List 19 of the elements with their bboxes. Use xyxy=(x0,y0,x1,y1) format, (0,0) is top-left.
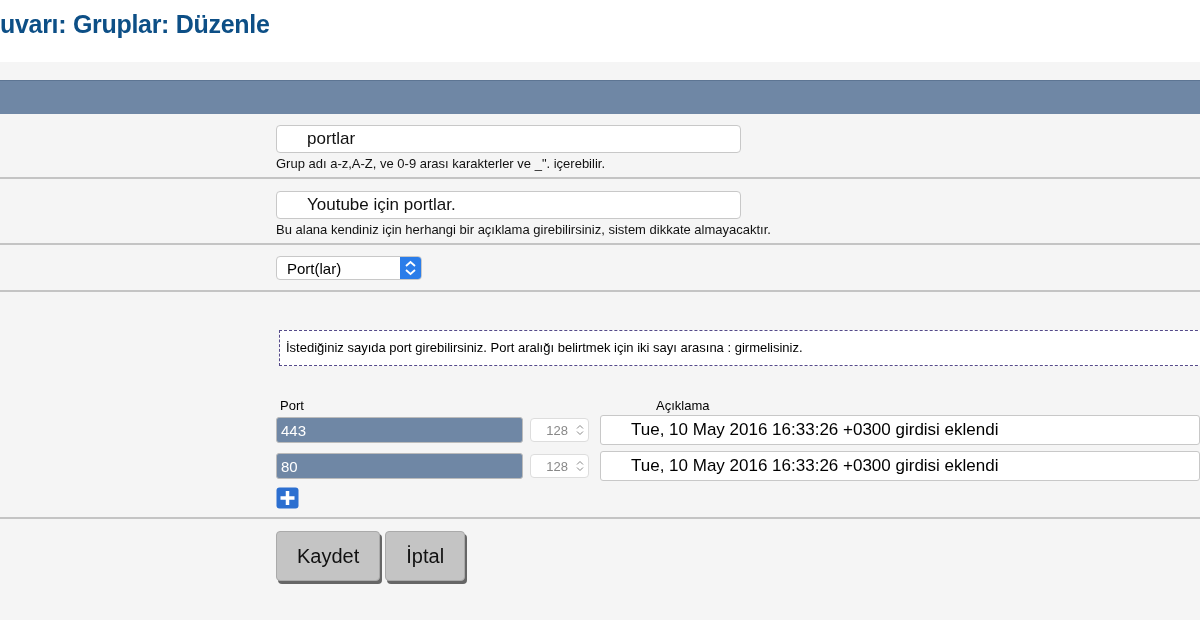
bits-spinner[interactable]: 128 xyxy=(530,418,589,442)
save-button[interactable]: Kaydet xyxy=(276,531,381,581)
port-description-field[interactable]: Tue, 10 May 2016 16:33:26 +0300 girdisi eklendi xyxy=(600,415,1200,445)
port-field[interactable]: 443 xyxy=(276,417,524,443)
add-icon[interactable] xyxy=(276,487,299,509)
chevrons-icon xyxy=(400,257,421,279)
name-field[interactable]: portlar xyxy=(276,125,741,153)
info-note: İstediğiniz sayıda port girebilirsiniz. Port aralığı belirtmek için iki sayı arasına : girmelisiniz. xyxy=(279,330,1200,366)
port-field[interactable]: 80 xyxy=(276,453,524,479)
port-description-field[interactable]: Tue, 10 May 2016 16:33:26 +0300 girdisi eklendi xyxy=(600,451,1200,481)
cancel-button[interactable]: İptal xyxy=(385,531,466,581)
bits-spinner[interactable]: 128 xyxy=(530,454,589,478)
type-select[interactable]: Port(lar) xyxy=(276,256,422,280)
column-header: Port xyxy=(279,398,305,413)
page-title: uvarı: Gruplar: Düzenle xyxy=(0,9,271,40)
column-header: Açıklama xyxy=(655,398,711,413)
name-hint: Grup adı a-z,A-Z, ve 0-9 arası karakterler ve _". içerebilir. xyxy=(276,156,606,171)
description-hint: Bu alana kendiniz için herhangi bir açıklama girebilirsiniz, sistem dikkate almayacaktır. xyxy=(276,222,772,237)
description-field[interactable]: Youtube için portlar. xyxy=(276,191,741,219)
